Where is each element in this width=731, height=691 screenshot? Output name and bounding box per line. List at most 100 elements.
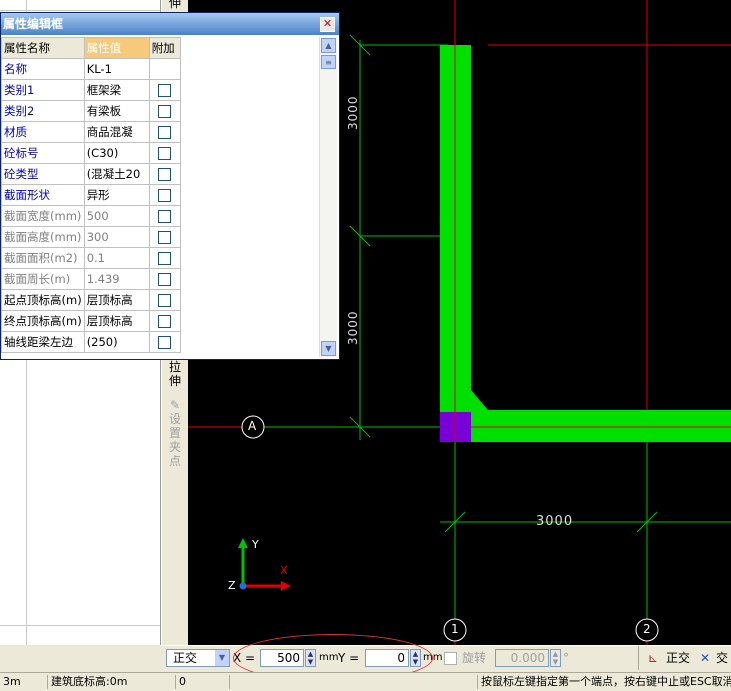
add-checkbox[interactable] (158, 126, 172, 139)
mode-select[interactable]: 正交 ▼ (166, 649, 230, 667)
property-add-cell (148, 79, 181, 101)
close-icon[interactable]: ✕ (320, 17, 335, 32)
add-checkbox[interactable] (158, 147, 172, 160)
axis-label-1: 1 (451, 622, 459, 636)
property-table: 属性名称 属性值 附加 名称 KL-1 类别1 框架梁 类别2 有梁板 材质 商品混凝 砼标号(… (1, 37, 181, 353)
property-row[interactable]: 砼标号 (C30) (1, 142, 181, 164)
property-value[interactable]: 500 (83, 205, 150, 227)
property-name: 类别2 (1, 100, 85, 122)
ucs-origin (239, 582, 247, 590)
scroll-up-icon[interactable]: ▲ (321, 38, 336, 53)
scroll-down-icon[interactable]: ▼ (321, 341, 336, 356)
property-row[interactable]: 截面高度(mm) 300 (1, 226, 181, 248)
property-row[interactable]: 类别2 有梁板 (1, 100, 181, 122)
property-value[interactable]: 层顶标高 (83, 310, 150, 332)
ucs-x-arrow (281, 581, 291, 591)
rotate-unit: ° (563, 651, 569, 665)
intersect-icon: ✕ (700, 651, 711, 665)
ucs-z-label: Z (228, 579, 236, 592)
header-value: 属性值 (83, 37, 150, 59)
property-name: 砼类型 (1, 163, 85, 185)
property-row[interactable]: 类别1 框架梁 (1, 79, 181, 101)
property-editor-dialog: 属性编辑框 ✕ 属性名称 属性值 附加 名称 KL-1 类别1 框架梁 类别2 有梁板 材质… (0, 12, 340, 360)
ucs-y-label: Y (252, 538, 259, 551)
property-add-cell (148, 184, 181, 206)
property-add-cell (148, 331, 181, 353)
rotate-value-input[interactable]: 0.000 (495, 649, 549, 667)
property-value[interactable]: 0.1 (83, 247, 150, 269)
property-name: 类别1 (1, 79, 85, 101)
add-checkbox[interactable] (158, 273, 172, 286)
dialog-scrollbar[interactable]: ▲ ≡ ▼ (319, 37, 337, 357)
beam-shape (440, 45, 731, 442)
dimension-text: 3000 (346, 310, 360, 345)
property-value[interactable]: (C30) (83, 142, 150, 164)
scroll-thumb[interactable]: ≡ (321, 55, 336, 69)
add-checkbox[interactable] (158, 315, 172, 328)
add-checkbox[interactable] (158, 231, 172, 244)
property-add-cell (148, 100, 181, 122)
stretch-button[interactable]: 拉伸 (165, 360, 185, 388)
chevron-down-icon: ▼ (215, 650, 229, 666)
panel-divider (0, 625, 160, 626)
dimension-text: 3000 (346, 95, 360, 130)
property-row[interactable]: 名称 KL-1 (1, 58, 181, 80)
property-row[interactable]: 截面面积(m2) 0.1 (1, 247, 181, 269)
property-add-cell (148, 310, 181, 332)
separator (638, 646, 639, 670)
property-name: 截面形状 (1, 184, 85, 206)
add-checkbox[interactable] (158, 252, 172, 265)
pencil-icon: ✎ (169, 398, 181, 412)
property-row[interactable]: 轴线距梁左边 (250) (1, 331, 181, 353)
status-value: 0 (176, 675, 230, 689)
property-value[interactable]: (混凝土20 (83, 163, 150, 185)
property-add-cell (148, 142, 181, 164)
rotate-checkbox[interactable] (444, 652, 457, 665)
stretch-top-button[interactable]: 伸 (165, 0, 185, 10)
ortho-toggle[interactable]: 正交 (666, 649, 690, 667)
dialog-title: 属性编辑框 (1, 13, 339, 35)
property-add-cell (148, 247, 181, 269)
property-name: 起点顶标高(m) (1, 289, 85, 311)
property-value[interactable]: 300 (83, 226, 150, 248)
property-value[interactable]: 有梁板 (83, 100, 150, 122)
panel-divider (0, 10, 160, 11)
property-name: 名称 (1, 58, 85, 80)
rotate-label: 旋转 (462, 651, 487, 665)
add-checkbox[interactable] (158, 336, 172, 349)
rotate-spinner[interactable]: ▲ ▼ (550, 649, 561, 667)
property-row[interactable]: 砼类型 (混凝土20 (1, 163, 181, 185)
property-row[interactable]: 截面形状 异形 (1, 184, 181, 206)
axis-label-2: 2 (643, 622, 651, 636)
property-row[interactable]: 终点顶标高(m) 层顶标高 (1, 310, 181, 332)
ucs-x-label: X (280, 564, 288, 577)
property-row[interactable]: 起点顶标高(m) 层顶标高 (1, 289, 181, 311)
status-base-elevation: 建筑底标高:0m (48, 675, 176, 689)
add-checkbox[interactable] (158, 210, 172, 223)
property-add-cell (148, 268, 181, 290)
property-row[interactable]: 截面周长(m) 1.439 (1, 268, 181, 290)
set-grip-button[interactable]: ✎ 设置夹点 (165, 398, 185, 468)
property-value[interactable]: 1.439 (83, 268, 150, 290)
header-name: 属性名称 (1, 37, 85, 59)
property-value[interactable]: 异形 (83, 184, 150, 206)
property-add-cell (148, 205, 181, 227)
add-checkbox[interactable] (158, 189, 172, 202)
property-value[interactable]: 框架梁 (83, 79, 150, 101)
property-row[interactable]: 截面宽度(mm) 500 (1, 205, 181, 227)
add-checkbox[interactable] (158, 168, 172, 181)
property-add-cell (148, 226, 181, 248)
property-add-cell (148, 163, 181, 185)
property-value[interactable]: 层顶标高 (83, 289, 150, 311)
add-checkbox[interactable] (158, 294, 172, 307)
property-value[interactable]: (250) (83, 331, 150, 353)
property-add-cell (148, 58, 181, 80)
intersect-toggle[interactable]: 交 (716, 649, 728, 667)
property-value[interactable]: 商品混凝 (83, 121, 150, 143)
property-value[interactable]: KL-1 (83, 58, 150, 80)
property-name: 截面宽度(mm) (1, 205, 85, 227)
property-row[interactable]: 材质 商品混凝 (1, 121, 181, 143)
add-checkbox[interactable] (158, 105, 172, 118)
add-checkbox[interactable] (158, 84, 172, 97)
property-add-cell (148, 121, 181, 143)
